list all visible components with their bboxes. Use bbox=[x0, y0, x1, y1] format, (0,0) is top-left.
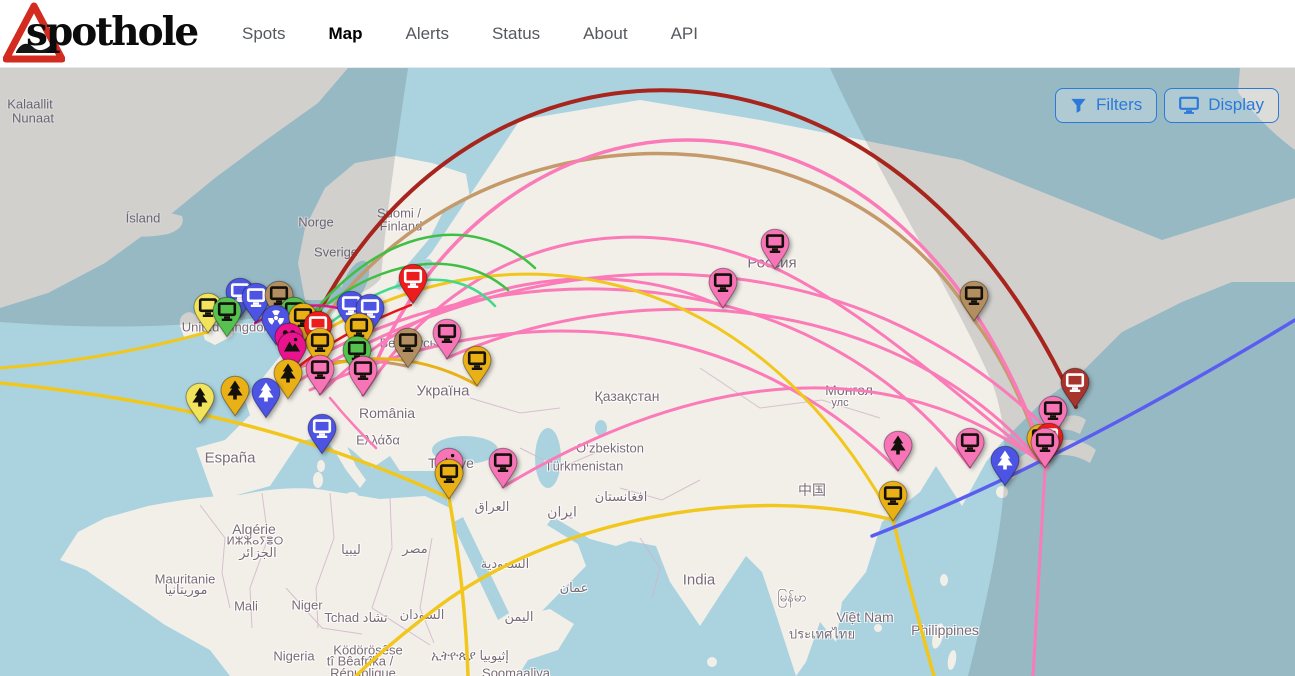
route-line bbox=[893, 520, 934, 676]
map-marker-monitor[interactable] bbox=[347, 355, 379, 397]
nav-item-alerts[interactable]: Alerts bbox=[405, 24, 448, 44]
map-marker-monitor[interactable] bbox=[707, 267, 739, 309]
route-line bbox=[356, 506, 893, 676]
display-button[interactable]: Display bbox=[1164, 88, 1279, 123]
logo[interactable]: spothole bbox=[0, 0, 200, 67]
funnel-icon bbox=[1070, 97, 1087, 114]
map-marker-tree[interactable] bbox=[989, 445, 1021, 487]
display-button-label: Display bbox=[1208, 95, 1264, 115]
map-marker-monitor[interactable] bbox=[461, 345, 493, 387]
map-marker-tree[interactable] bbox=[250, 377, 282, 419]
map-marker-monitor[interactable] bbox=[433, 458, 465, 500]
map-marker-tree[interactable] bbox=[184, 382, 216, 424]
map-marker-monitor[interactable] bbox=[211, 296, 243, 338]
nav-item-map[interactable]: Map bbox=[328, 24, 362, 44]
map-marker-monitor[interactable] bbox=[304, 354, 336, 396]
map-marker-tree[interactable] bbox=[219, 375, 251, 417]
route-line bbox=[0, 332, 208, 368]
map-marker-monitor[interactable] bbox=[877, 480, 909, 522]
map-marker-monitor[interactable] bbox=[306, 413, 338, 455]
header: spothole Spots Map Alerts Status About API bbox=[0, 0, 1295, 68]
page: spothole Spots Map Alerts Status About API bbox=[0, 0, 1295, 676]
map-marker-monitor[interactable] bbox=[397, 263, 429, 305]
route-lines-layer bbox=[0, 68, 1295, 676]
main-nav: Spots Map Alerts Status About API bbox=[242, 24, 698, 44]
map-marker-monitor[interactable] bbox=[1029, 427, 1061, 469]
map-marker-monitor[interactable] bbox=[487, 447, 519, 489]
logo-text: spothole bbox=[26, 9, 197, 55]
map-canvas[interactable]: KalaallitNunaatÍslandNorgeSverigeSuomi /… bbox=[0, 68, 1295, 676]
map-marker-monitor[interactable] bbox=[431, 318, 463, 360]
nav-item-spots[interactable]: Spots bbox=[242, 24, 285, 44]
map-marker-monitor[interactable] bbox=[392, 327, 424, 369]
route-line bbox=[303, 274, 893, 520]
nav-item-about[interactable]: About bbox=[583, 24, 627, 44]
filters-button[interactable]: Filters bbox=[1055, 88, 1157, 123]
map-marker-tree[interactable] bbox=[882, 430, 914, 472]
map-marker-monitor[interactable] bbox=[759, 228, 791, 270]
route-line bbox=[292, 289, 970, 467]
nav-item-status[interactable]: Status bbox=[492, 24, 540, 44]
nav-item-api[interactable]: API bbox=[671, 24, 698, 44]
map-toolbar: Filters Display bbox=[1055, 88, 1279, 123]
route-line bbox=[1033, 470, 1045, 676]
map-marker-monitor[interactable] bbox=[954, 427, 986, 469]
map-marker-monitor[interactable] bbox=[958, 280, 990, 322]
route-line bbox=[363, 237, 775, 395]
monitor-icon bbox=[1179, 96, 1199, 114]
filters-button-label: Filters bbox=[1096, 95, 1142, 115]
